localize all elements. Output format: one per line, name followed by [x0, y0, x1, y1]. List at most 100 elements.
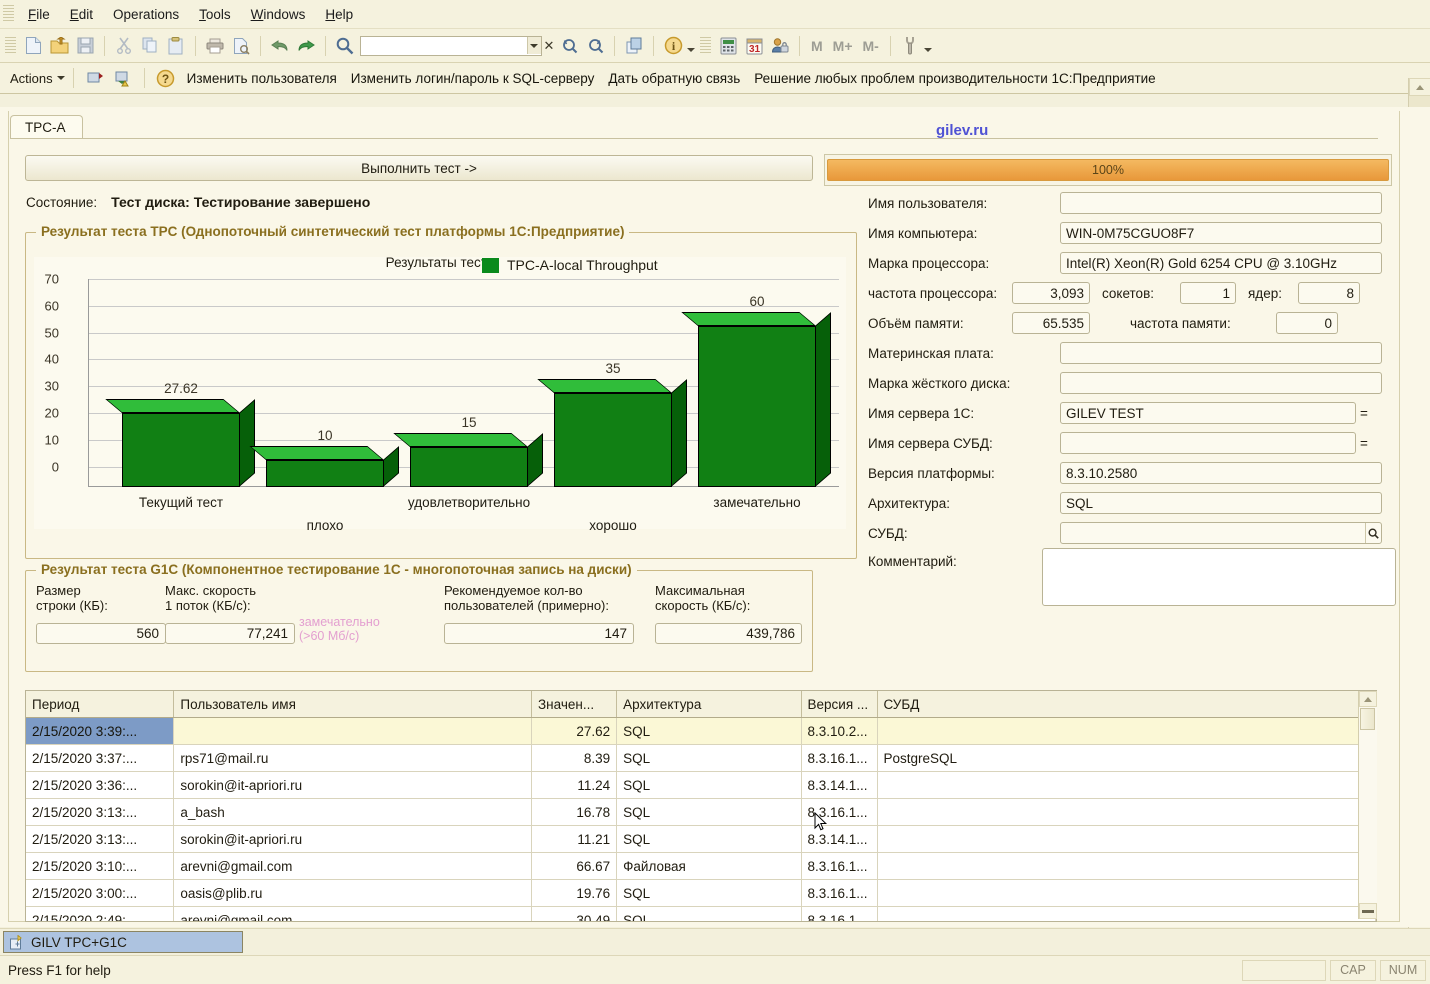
tools-dropdown-caret-icon[interactable] — [924, 48, 932, 52]
memory-add-button[interactable]: M+ — [828, 38, 858, 54]
input-architecture[interactable]: SQL — [1060, 492, 1382, 514]
gilev-brand-link[interactable]: gilev.ru — [936, 122, 988, 139]
table-row[interactable]: 2/15/2020 3:10:... arevni@gmail.com 66.6… — [26, 853, 1376, 880]
action-change-user[interactable]: Изменить пользователя — [181, 69, 343, 88]
menu-file[interactable]: File — [18, 4, 60, 25]
tab-tpc-a[interactable]: TPC-A — [10, 115, 83, 139]
input-username[interactable] — [1060, 192, 1382, 214]
input-comment[interactable] — [1042, 548, 1396, 606]
input-memory-frequency[interactable]: 0 — [1276, 312, 1338, 334]
input-computer-name[interactable]: WIN-0M75CGUO8F7 — [1060, 222, 1382, 244]
col-value[interactable]: Значен... — [532, 691, 617, 718]
actions-menu-button[interactable]: Actions — [6, 69, 57, 88]
table-row[interactable]: 2/15/2020 3:13:... a_bash 16.78 SQL 8.3.… — [26, 799, 1376, 826]
copy-icon[interactable] — [138, 34, 162, 58]
copy-window-icon[interactable] — [622, 34, 646, 58]
export-data-icon[interactable] — [111, 66, 135, 90]
actions-caret-icon[interactable] — [57, 76, 65, 80]
search-combobox[interactable] — [360, 36, 542, 56]
calendar-icon[interactable]: 31 — [742, 34, 766, 58]
input-cpu-brand[interactable]: Intel(R) Xeon(R) Gold 6254 CPU @ 3.10GHz — [1060, 252, 1382, 274]
new-document-icon[interactable] — [21, 34, 45, 58]
print-preview-icon[interactable] — [229, 34, 253, 58]
label-server-dbms: Имя сервера СУБД: — [868, 436, 1060, 451]
g1c-value-max-speed[interactable]: 439,786 — [655, 623, 802, 644]
col-architecture[interactable]: Архитектура — [617, 691, 801, 718]
paste-icon[interactable] — [164, 34, 188, 58]
input-cores[interactable]: 8 — [1298, 282, 1360, 304]
table-row[interactable]: 2/15/2020 2:49: arevni@gmail.com 30.49 S… — [26, 907, 1376, 923]
info-dropdown-caret-icon[interactable] — [687, 48, 695, 52]
scroll-up-button[interactable] — [1409, 78, 1430, 96]
cut-icon[interactable] — [112, 34, 136, 58]
table-row[interactable]: 2/15/2020 3:13:... sorokin@it-apriori.ru… — [26, 826, 1376, 853]
run-test-button[interactable]: Выполнить тест -> — [25, 155, 813, 181]
redo-icon[interactable] — [294, 34, 318, 58]
dbms-search-icon[interactable] — [1365, 523, 1381, 543]
input-cpu-frequency[interactable]: 3,093 — [1012, 282, 1090, 304]
col-period[interactable]: Период — [26, 691, 174, 718]
menu-tools[interactable]: Tools — [189, 4, 241, 25]
table-row[interactable]: 2/15/2020 3:39:... 27.62 SQL 8.3.10.2... — [26, 718, 1376, 745]
user-lock-icon[interactable] — [768, 34, 792, 58]
search-input[interactable] — [361, 37, 527, 55]
save-icon[interactable] — [73, 34, 97, 58]
search-icon[interactable] — [333, 34, 357, 58]
taskbar-button-gilv[interactable]: GILV TPC+G1C — [3, 931, 243, 953]
ytick-70: 70 — [45, 272, 59, 287]
input-server-dbms[interactable] — [1060, 432, 1356, 454]
col-dbms[interactable]: СУБД — [877, 691, 1376, 718]
table-vertical-scrollbar[interactable] — [1358, 691, 1377, 919]
help-question-icon[interactable]: ? — [154, 66, 178, 90]
col-user[interactable]: Пользователь имя — [174, 691, 532, 718]
g1c-value-row-size[interactable]: 560 — [36, 623, 166, 644]
action-change-sql-credentials[interactable]: Изменить логин/пароль к SQL-серверу — [345, 69, 601, 88]
find-previous-icon[interactable] — [557, 34, 581, 58]
print-icon[interactable] — [203, 34, 227, 58]
info-icon[interactable]: i — [661, 34, 685, 58]
input-hdd-brand[interactable] — [1060, 372, 1382, 394]
action-performance-solutions[interactable]: Решение любых проблем производительности… — [748, 69, 1161, 88]
actions-bar: Actions ? Изменить пользователя Изменить… — [0, 63, 1430, 94]
system-info-form: Имя пользователя: Имя компьютера: WIN-0M… — [868, 188, 1396, 614]
input-memory-size[interactable]: 65.535 — [1012, 312, 1090, 334]
menu-windows[interactable]: Windows — [241, 4, 316, 25]
menu-drag-grip[interactable] — [3, 5, 14, 23]
results-table[interactable]: Период Пользователь имя Значен... Архите… — [25, 690, 1377, 922]
bar-value-current-test: 27.62 — [164, 381, 198, 396]
wrench-icon[interactable] — [898, 34, 922, 58]
toolbar-drag-grip-2[interactable] — [700, 37, 711, 55]
g1c-value-max-speed-1thread[interactable]: 77,241 — [165, 623, 295, 644]
undo-icon[interactable] — [268, 34, 292, 58]
col-version[interactable]: Версия ... — [801, 691, 877, 718]
clear-search-icon[interactable]: ✕ — [542, 38, 556, 54]
refresh-data-icon[interactable] — [83, 66, 107, 90]
menu-operations[interactable]: Operations — [103, 4, 189, 25]
table-row[interactable]: 2/15/2020 3:36:... sorokin@it-apriori.ru… — [26, 772, 1376, 799]
memory-subtract-button[interactable]: M- — [858, 38, 884, 54]
menu-edit[interactable]: Edit — [60, 4, 103, 25]
table-scroll-thumb[interactable] — [1360, 708, 1375, 730]
input-motherboard[interactable] — [1060, 342, 1382, 364]
table-row[interactable]: 2/15/2020 3:37:... rps71@mail.ru 8.39 SQ… — [26, 745, 1376, 772]
table-scroll-down-button[interactable] — [1359, 903, 1377, 919]
input-platform-version[interactable]: 8.3.10.2580 — [1060, 462, 1382, 484]
memory-recall-button[interactable]: M — [806, 38, 828, 54]
table-row[interactable]: 2/15/2020 3:00:... oasis@plib.ru 19.76 S… — [26, 880, 1376, 907]
g1c-value-recommended-users[interactable]: 147 — [444, 623, 634, 644]
input-dbms[interactable] — [1060, 522, 1382, 544]
chevron-down-icon[interactable] — [527, 37, 541, 54]
input-server-1c[interactable]: GILEV TEST — [1060, 402, 1356, 424]
open-folder-icon[interactable] — [47, 34, 71, 58]
menu-help[interactable]: Help — [315, 4, 363, 25]
table-scroll-up-button[interactable] — [1359, 691, 1377, 707]
ytick-60: 60 — [45, 298, 59, 313]
action-feedback[interactable]: Дать обратную связь — [602, 69, 746, 88]
find-next-icon[interactable] — [583, 34, 607, 58]
input-sockets[interactable]: 1 — [1180, 282, 1236, 304]
chart-title: Результаты теста — [34, 255, 846, 270]
cell-period: 2/15/2020 3:36:... — [26, 772, 174, 799]
bar-value-satisfactory: 15 — [461, 415, 476, 430]
calculator-icon[interactable] — [716, 34, 740, 58]
toolbar-drag-grip[interactable] — [5, 37, 16, 55]
